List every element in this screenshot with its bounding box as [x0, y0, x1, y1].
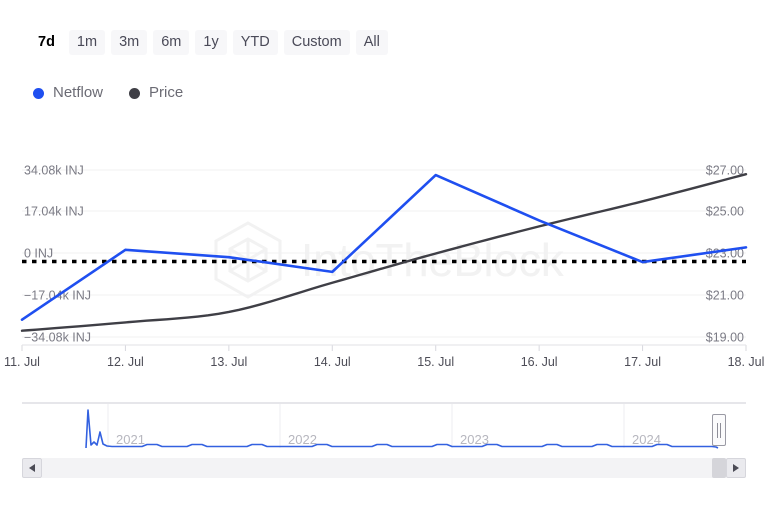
range-button-all[interactable]: All — [356, 30, 388, 55]
chart-legend: Netflow Price — [33, 85, 183, 101]
range-button-6m[interactable]: 6m — [153, 30, 189, 55]
scroll-left-arrow-icon[interactable] — [22, 458, 42, 478]
x-axis-tick-5: 16. Jul — [521, 355, 558, 369]
range-button-custom[interactable]: Custom — [284, 30, 350, 55]
left-axis-tick-0: 34.08k INJ — [24, 164, 84, 178]
left-axis-tick-2: 0 INJ — [24, 247, 53, 261]
navigator-svg: 2021202220232024 — [22, 402, 746, 458]
navigator-gridlines — [108, 404, 624, 448]
range-button-1m[interactable]: 1m — [69, 30, 105, 55]
x-axis-tick-3: 14. Jul — [314, 355, 351, 369]
navigator[interactable]: 2021202220232024 — [22, 402, 746, 458]
legend-marker-netflow-icon — [33, 88, 44, 99]
x-axis-ticks — [22, 345, 746, 351]
range-button-ytd[interactable]: YTD — [233, 30, 278, 55]
price-series-line — [22, 174, 746, 331]
range-button-1y[interactable]: 1y — [195, 30, 226, 55]
legend-label: Price — [149, 85, 183, 101]
range-button-7d[interactable]: 7d — [30, 30, 63, 55]
x-axis-tick-4: 15. Jul — [417, 355, 454, 369]
x-axis-tick-2: 13. Jul — [210, 355, 247, 369]
left-axis-tick-labels: 34.08k INJ17.04k INJ0 INJ−17.04k INJ−34.… — [24, 164, 91, 345]
range-selector[interactable]: 7d1m3m6m1y YTDCustomAll — [30, 30, 388, 55]
navigator-scrollbar[interactable] — [22, 458, 746, 478]
legend-item-netflow[interactable]: Netflow — [33, 85, 103, 101]
navigator-handle-right[interactable] — [712, 414, 726, 446]
left-axis-tick-4: −34.08k INJ — [24, 331, 91, 345]
scrollbar-thumb[interactable] — [712, 458, 726, 478]
x-axis-tick-1: 12. Jul — [107, 355, 144, 369]
legend-label: Netflow — [53, 85, 103, 101]
x-axis-tick-6: 17. Jul — [624, 355, 661, 369]
chart-plot-area[interactable]: 34.08k INJ17.04k INJ0 INJ−17.04k INJ−34.… — [0, 140, 768, 380]
x-axis-tick-0: 11. Jul — [4, 355, 40, 369]
scrollbar-track[interactable] — [42, 458, 726, 478]
right-axis-tick-3: $21.00 — [706, 289, 744, 303]
navigator-year-2022: 2022 — [288, 432, 317, 447]
navigator-series-line — [86, 410, 718, 448]
right-axis-tick-labels: $27.00$25.00$23.00$21.00$19.00 — [706, 164, 744, 345]
right-axis-tick-4: $19.00 — [706, 331, 744, 345]
gridlines — [22, 170, 746, 337]
left-axis-tick-1: 17.04k INJ — [24, 205, 84, 219]
legend-item-price[interactable]: Price — [129, 85, 183, 101]
netflow-series-line — [22, 175, 746, 320]
x-axis-tick-7: 18. Jul — [728, 355, 765, 369]
range-button-3m[interactable]: 3m — [111, 30, 147, 55]
navigator-year-2021: 2021 — [116, 432, 145, 447]
scroll-right-arrow-icon[interactable] — [726, 458, 746, 478]
chart-svg: 34.08k INJ17.04k INJ0 INJ−17.04k INJ−34.… — [0, 140, 768, 380]
right-axis-tick-1: $25.00 — [706, 205, 744, 219]
x-axis-tick-labels: 11. Jul 12. Jul 13. Jul 14. Jul 15. Jul 16. J… — [4, 355, 764, 369]
legend-marker-price-icon — [129, 88, 140, 99]
